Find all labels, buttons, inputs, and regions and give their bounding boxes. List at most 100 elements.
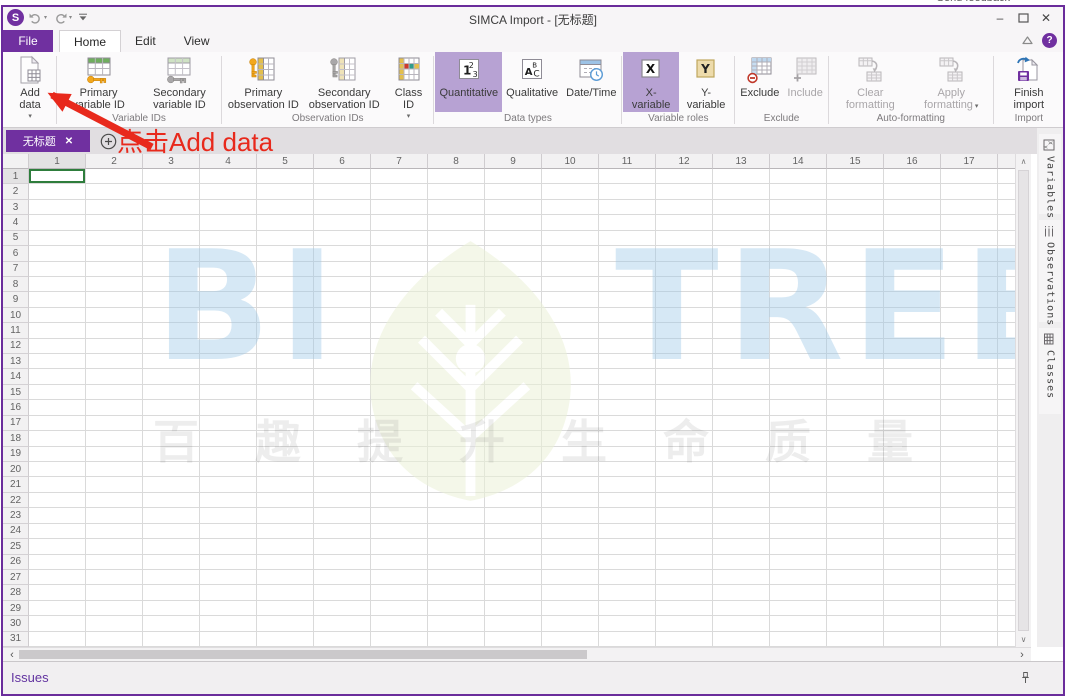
grid-cell[interactable] bbox=[884, 308, 941, 323]
grid-cell[interactable] bbox=[656, 231, 713, 246]
grid-cell[interactable] bbox=[86, 539, 143, 554]
grid-cell[interactable] bbox=[884, 447, 941, 462]
row-header-10[interactable]: 10 bbox=[3, 308, 29, 323]
grid-cell[interactable] bbox=[200, 215, 257, 230]
grid-cell[interactable] bbox=[599, 601, 656, 616]
grid-cell[interactable] bbox=[485, 184, 542, 199]
grid-cell[interactable] bbox=[314, 354, 371, 369]
grid-cell[interactable] bbox=[998, 200, 1015, 215]
grid-cell[interactable] bbox=[884, 200, 941, 215]
grid-cell[interactable] bbox=[371, 570, 428, 585]
grid-cell[interactable] bbox=[428, 385, 485, 400]
row-header-9[interactable]: 9 bbox=[3, 292, 29, 307]
grid-cell[interactable] bbox=[941, 632, 998, 647]
row-header-25[interactable]: 25 bbox=[3, 539, 29, 554]
grid-cell[interactable] bbox=[143, 308, 200, 323]
row-header-6[interactable]: 6 bbox=[3, 246, 29, 261]
grid-cell[interactable] bbox=[713, 555, 770, 570]
grid-cell[interactable] bbox=[257, 215, 314, 230]
grid-cell[interactable] bbox=[941, 616, 998, 631]
grid-cell[interactable] bbox=[770, 339, 827, 354]
grid-cell[interactable] bbox=[371, 431, 428, 446]
column-header-15[interactable]: 15 bbox=[827, 154, 884, 169]
grid-cell[interactable] bbox=[371, 369, 428, 384]
grid-cell[interactable] bbox=[200, 231, 257, 246]
grid-cell[interactable] bbox=[428, 215, 485, 230]
grid-cell[interactable] bbox=[599, 462, 656, 477]
grid-cell[interactable] bbox=[884, 632, 941, 647]
grid-cell[interactable] bbox=[941, 431, 998, 446]
grid-cell[interactable] bbox=[941, 385, 998, 400]
grid-cell[interactable] bbox=[371, 277, 428, 292]
grid-cell[interactable] bbox=[86, 447, 143, 462]
grid-cell[interactable] bbox=[428, 601, 485, 616]
row-header-2[interactable]: 2 bbox=[3, 184, 29, 199]
grid-cell[interactable] bbox=[485, 169, 542, 184]
grid-cell[interactable] bbox=[998, 231, 1015, 246]
scroll-up-icon[interactable]: ∧ bbox=[1016, 154, 1031, 169]
grid-cell[interactable] bbox=[428, 462, 485, 477]
grid-cell[interactable] bbox=[941, 585, 998, 600]
grid-cell[interactable] bbox=[827, 601, 884, 616]
grid-cell[interactable] bbox=[143, 632, 200, 647]
grid-cell[interactable] bbox=[314, 385, 371, 400]
grid-cell[interactable] bbox=[599, 292, 656, 307]
side-tab-observations[interactable]: Observations bbox=[1039, 220, 1061, 322]
grid-cell[interactable] bbox=[200, 508, 257, 523]
grid-cell[interactable] bbox=[200, 184, 257, 199]
grid-cell[interactable] bbox=[143, 277, 200, 292]
grid-cell[interactable] bbox=[998, 508, 1015, 523]
column-header-11[interactable]: 11 bbox=[599, 154, 656, 169]
grid-corner[interactable] bbox=[3, 154, 29, 169]
grid-cell[interactable] bbox=[599, 570, 656, 585]
grid-cell[interactable] bbox=[599, 369, 656, 384]
grid-cell[interactable] bbox=[542, 462, 599, 477]
horizontal-scroll-thumb[interactable] bbox=[19, 650, 587, 659]
grid-cell[interactable] bbox=[428, 262, 485, 277]
grid-cell[interactable] bbox=[542, 524, 599, 539]
grid-cell[interactable] bbox=[371, 354, 428, 369]
grid-cell[interactable] bbox=[257, 416, 314, 431]
grid-cell[interactable] bbox=[86, 493, 143, 508]
grid-cell[interactable] bbox=[428, 616, 485, 631]
grid-cell[interactable] bbox=[200, 323, 257, 338]
grid-cell[interactable] bbox=[29, 431, 86, 446]
grid-cell[interactable] bbox=[200, 277, 257, 292]
grid-cell[interactable] bbox=[86, 369, 143, 384]
grid-cell[interactable] bbox=[941, 539, 998, 554]
issues-panel[interactable]: Issues bbox=[3, 661, 1063, 694]
ribbon-tab-file[interactable]: File bbox=[3, 30, 53, 52]
grid-cell[interactable] bbox=[941, 477, 998, 492]
grid-cell[interactable] bbox=[29, 277, 86, 292]
grid-cell[interactable] bbox=[884, 323, 941, 338]
row-header-23[interactable]: 23 bbox=[3, 508, 29, 523]
grid-cell[interactable] bbox=[941, 508, 998, 523]
grid-cell[interactable] bbox=[314, 555, 371, 570]
grid-cell[interactable] bbox=[29, 570, 86, 585]
grid-cell[interactable] bbox=[371, 169, 428, 184]
row-header-30[interactable]: 30 bbox=[3, 616, 29, 631]
grid-cell[interactable] bbox=[314, 184, 371, 199]
grid-cell[interactable] bbox=[485, 508, 542, 523]
grid-cell[interactable] bbox=[770, 277, 827, 292]
grid-cell[interactable] bbox=[200, 462, 257, 477]
grid-cell[interactable] bbox=[29, 555, 86, 570]
grid-cell[interactable] bbox=[29, 539, 86, 554]
grid-cell[interactable] bbox=[941, 601, 998, 616]
grid-cell[interactable] bbox=[485, 400, 542, 415]
row-header-20[interactable]: 20 bbox=[3, 462, 29, 477]
grid-cell[interactable] bbox=[998, 416, 1015, 431]
grid-cell[interactable] bbox=[428, 585, 485, 600]
grid-cell[interactable] bbox=[371, 508, 428, 523]
grid-cell[interactable] bbox=[827, 246, 884, 261]
grid-cell[interactable] bbox=[314, 632, 371, 647]
column-header-1[interactable]: 1 bbox=[29, 154, 86, 169]
grid-cell[interactable] bbox=[314, 570, 371, 585]
grid-cell[interactable] bbox=[656, 339, 713, 354]
grid-cell[interactable] bbox=[257, 385, 314, 400]
grid-cell[interactable] bbox=[86, 339, 143, 354]
grid-cell[interactable] bbox=[86, 262, 143, 277]
grid-cell[interactable] bbox=[542, 323, 599, 338]
grid-cell[interactable] bbox=[542, 555, 599, 570]
ribbon-button-x-variable[interactable]: XX-variable bbox=[623, 52, 678, 112]
